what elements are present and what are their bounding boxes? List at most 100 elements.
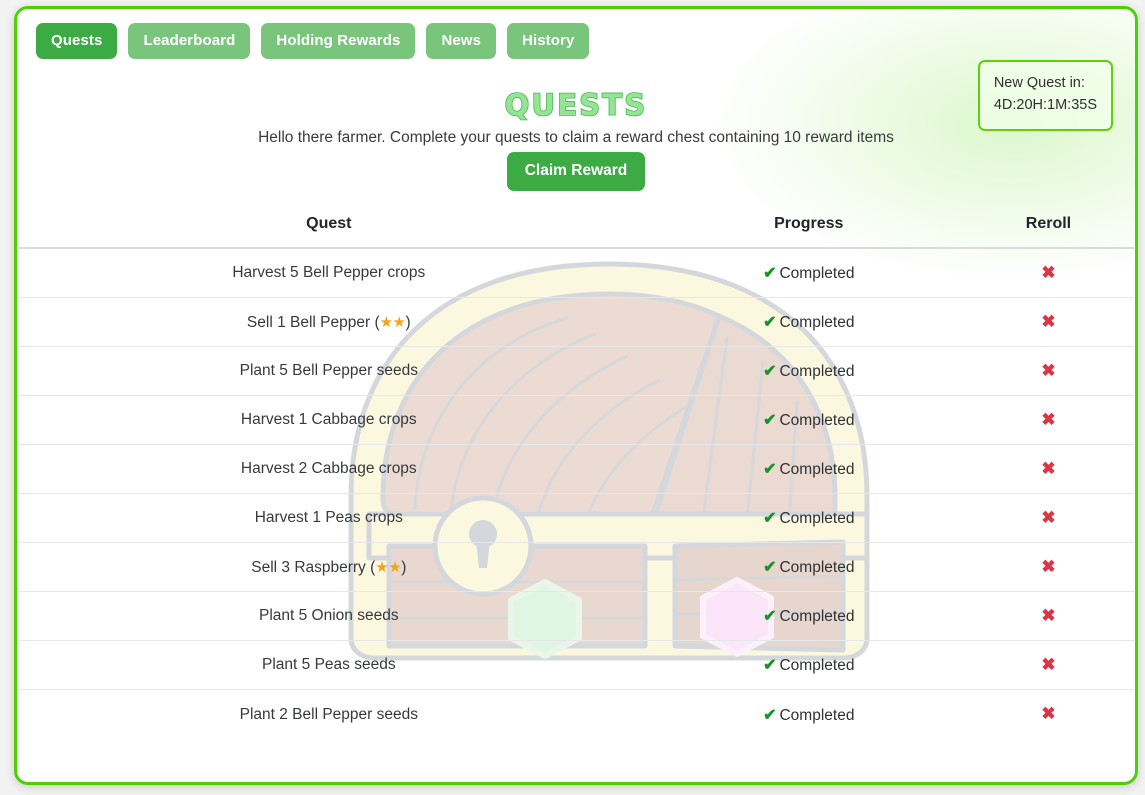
- star-rating-icon: ★★: [379, 313, 406, 331]
- table-row: Plant 5 Peas seeds ✔ Completed ✖: [18, 641, 1134, 690]
- check-icon: ✔: [763, 510, 777, 527]
- quest-label: Harvest 1 Peas crops: [254, 509, 403, 526]
- progress-cell: ✔ Completed: [655, 312, 963, 332]
- reroll-cell: ✖: [963, 313, 1134, 332]
- reroll-x-icon[interactable]: ✖: [1041, 558, 1055, 575]
- table-row: Plant 5 Onion seeds ✔ Completed ✖: [18, 592, 1134, 641]
- page-subtitle: Hello there farmer. Complete your quests…: [258, 129, 894, 146]
- column-header-quest: Quest: [306, 215, 352, 232]
- progress-cell: ✔ Completed: [655, 361, 963, 381]
- timer-label: New Quest in:: [993, 75, 1085, 91]
- quests-table: Quest Progress Reroll Harvest 5 Bell Pep…: [18, 201, 1134, 739]
- progress-cell: ✔ Completed: [655, 508, 963, 528]
- reroll-cell: ✖: [963, 411, 1134, 430]
- progress-status: Completed: [779, 510, 855, 527]
- column-header-progress: Progress: [774, 215, 844, 232]
- table-row: Plant 2 Bell Pepper seeds ✔ Completed ✖: [18, 690, 1134, 739]
- quest-label: Plant 5 Onion seeds: [259, 607, 399, 624]
- quest-label: Harvest 5 Bell Pepper crops: [232, 264, 426, 281]
- table-row: Harvest 2 Cabbage crops ✔ Completed ✖: [18, 445, 1134, 494]
- quest-label: Sell 1 Bell Pepper (: [246, 313, 380, 331]
- tab-holding-rewards[interactable]: Holding Rewards: [261, 23, 416, 59]
- quest-cell: Plant 5 Bell Pepper seeds: [18, 362, 655, 380]
- reroll-cell: ✖: [963, 558, 1134, 577]
- quest-label: Plant 2 Bell Pepper seeds: [239, 705, 418, 723]
- reroll-cell: ✖: [963, 264, 1134, 283]
- tab-history[interactable]: History: [507, 23, 590, 59]
- claim-reward-button[interactable]: Claim Reward: [506, 152, 646, 191]
- table-row: Sell 1 Bell Pepper (★★) ✔ Completed ✖: [18, 298, 1134, 347]
- table-row: Harvest 1 Peas crops ✔ Completed ✖: [18, 494, 1134, 543]
- quests-panel: Quests Leaderboard Holding Rewards News Hist…: [14, 6, 1138, 785]
- check-icon: ✔: [763, 265, 777, 282]
- quest-cell: Plant 5 Peas seeds: [18, 656, 655, 674]
- check-icon: ✔: [763, 363, 777, 380]
- check-icon: ✔: [763, 657, 777, 674]
- quest-cell: Plant 2 Bell Pepper seeds: [18, 706, 655, 724]
- quest-label-suffix: ): [405, 313, 411, 331]
- quest-cell: Harvest 5 Bell Pepper crops: [18, 264, 655, 282]
- quest-cell: Sell 1 Bell Pepper (★★): [18, 313, 655, 332]
- new-quest-timer: New Quest in: 4D:20H:1M:35S: [977, 60, 1113, 131]
- claim-reward-container: Claim Reward: [17, 152, 1135, 191]
- reroll-x-icon[interactable]: ✖: [1041, 460, 1055, 477]
- progress-cell: ✔ Completed: [655, 459, 963, 479]
- quest-cell: Sell 3 Raspberry (★★): [18, 558, 655, 577]
- progress-cell: ✔ Completed: [655, 606, 963, 626]
- tab-leaderboard[interactable]: Leaderboard: [128, 23, 251, 59]
- progress-cell: ✔ Completed: [655, 705, 963, 725]
- table-row: Harvest 5 Bell Pepper crops ✔ Completed ✖: [18, 249, 1134, 298]
- tab-bar: Quests Leaderboard Holding Rewards News Hist…: [36, 23, 590, 59]
- check-icon: ✔: [763, 412, 777, 429]
- progress-cell: ✔ Completed: [655, 655, 963, 675]
- reroll-cell: ✖: [963, 607, 1134, 626]
- progress-status: Completed: [779, 608, 855, 625]
- column-header-reroll: Reroll: [1025, 215, 1072, 232]
- quest-cell: Plant 5 Onion seeds: [18, 607, 655, 625]
- table-row: Plant 5 Bell Pepper seeds ✔ Completed ✖: [18, 347, 1134, 396]
- quest-label: Plant 5 Peas seeds: [262, 656, 396, 673]
- reroll-cell: ✖: [963, 509, 1134, 528]
- progress-status: Completed: [779, 657, 855, 674]
- reroll-cell: ✖: [963, 656, 1134, 675]
- reroll-x-icon[interactable]: ✖: [1041, 509, 1055, 526]
- table-body: Harvest 5 Bell Pepper crops ✔ Completed ✖ Se…: [18, 249, 1134, 739]
- timer-value: 4D:20H:1M:35S: [993, 96, 1097, 113]
- check-icon: ✔: [763, 314, 777, 331]
- tab-news[interactable]: News: [426, 23, 497, 59]
- quest-cell: Harvest 1 Peas crops: [18, 509, 655, 527]
- progress-cell: ✔ Completed: [655, 557, 963, 577]
- progress-status: Completed: [779, 265, 855, 282]
- quest-label: Harvest 2 Cabbage crops: [240, 460, 417, 477]
- table-row: Harvest 1 Cabbage crops ✔ Completed ✖: [18, 396, 1134, 445]
- reroll-x-icon[interactable]: ✖: [1041, 362, 1055, 379]
- table-row: Sell 3 Raspberry (★★) ✔ Completed ✖: [18, 543, 1134, 592]
- reroll-x-icon[interactable]: ✖: [1041, 264, 1055, 281]
- check-icon: ✔: [763, 706, 777, 724]
- quest-cell: Harvest 2 Cabbage crops: [18, 460, 655, 478]
- reroll-x-icon[interactable]: ✖: [1041, 705, 1055, 722]
- progress-status: Completed: [779, 363, 855, 380]
- reroll-x-icon[interactable]: ✖: [1041, 607, 1055, 624]
- reroll-x-icon[interactable]: ✖: [1041, 656, 1055, 673]
- quest-label: Harvest 1 Cabbage crops: [240, 411, 417, 428]
- tab-quests[interactable]: Quests: [36, 23, 118, 59]
- check-icon: ✔: [763, 608, 777, 625]
- progress-cell: ✔ Completed: [655, 410, 963, 430]
- page-title: QUESTS: [504, 87, 648, 123]
- quest-label-suffix: ): [401, 558, 407, 576]
- reroll-cell: ✖: [963, 705, 1134, 724]
- progress-status: Completed: [779, 559, 855, 576]
- check-icon: ✔: [763, 461, 777, 478]
- progress-status: Completed: [779, 412, 855, 429]
- progress-status: Completed: [779, 461, 855, 478]
- reroll-x-icon[interactable]: ✖: [1041, 411, 1055, 428]
- star-rating-icon: ★★: [375, 558, 402, 576]
- reroll-x-icon[interactable]: ✖: [1041, 313, 1055, 330]
- progress-status: Completed: [779, 706, 855, 724]
- progress-status: Completed: [779, 314, 855, 331]
- check-icon: ✔: [763, 559, 777, 576]
- quest-label: Sell 3 Raspberry (: [251, 558, 376, 576]
- reroll-cell: ✖: [963, 460, 1134, 479]
- table-header-row: Quest Progress Reroll: [18, 201, 1134, 249]
